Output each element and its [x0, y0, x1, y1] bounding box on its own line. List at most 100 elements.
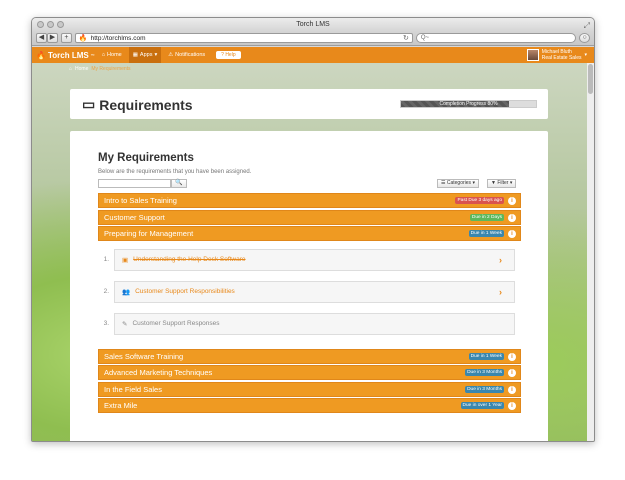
- section-subtitle: Below are the requirements that you have…: [98, 169, 252, 175]
- subitem-card[interactable]: ▣ Understanding the Help Desk Software ›: [114, 248, 515, 271]
- inbox-icon: ▭: [82, 96, 96, 112]
- subitem-number: 2.: [103, 288, 109, 295]
- torch-icon: 🔥: [36, 50, 46, 60]
- users-icon: 👥: [122, 288, 131, 296]
- nav-buttons: ◀ ▶: [36, 33, 58, 43]
- warning-icon: ⚠: [168, 52, 174, 58]
- due-badge: Due in 2 Days: [469, 213, 504, 221]
- requirement-row[interactable]: Sales Software Training Due in 1 Week i: [98, 348, 521, 364]
- pencil-icon: ✎: [122, 320, 128, 328]
- categories-label: Categories: [446, 180, 472, 186]
- subitem-card[interactable]: 👥 Customer Support Responsibilities ›: [114, 280, 515, 303]
- requirement-row[interactable]: Customer Support Due in 2 Days i: [98, 209, 521, 225]
- nav-notifications-label: Notifications: [175, 52, 206, 58]
- favicon-icon: 🔥: [78, 35, 88, 42]
- reload-icon[interactable]: ↻: [403, 34, 409, 42]
- home-icon: ⌂: [69, 65, 73, 72]
- filter-icon: ▼: [491, 180, 496, 186]
- scrollbar-thumb[interactable]: [588, 64, 593, 94]
- subitem: 1. ▣ Understanding the Help Desk Software ›: [98, 248, 521, 271]
- subitem-number: 3.: [103, 320, 109, 327]
- page-title-text: Requirements: [99, 96, 193, 113]
- help-label: Help: [225, 52, 236, 58]
- browser-toolbar: ◀ ▶ + 🔥 http://torchlms.com ↻ Q~ ○: [32, 31, 594, 46]
- due-badge: Due in 1 Week: [468, 352, 504, 360]
- url-text: http://torchlms.com: [90, 34, 146, 42]
- zoom-window-button[interactable]: [57, 21, 64, 28]
- forward-button[interactable]: ▶: [47, 33, 58, 43]
- caret-down-icon: ▾: [584, 52, 587, 58]
- browser-window: Torch LMS ⤢ ◀ ▶ + 🔥 http://torchlms.com …: [31, 17, 595, 442]
- breadcrumb: ⌂ Home My Requirements: [32, 63, 594, 74]
- section-title: My Requirements: [98, 152, 194, 164]
- search-icon: 🔍: [175, 180, 183, 186]
- brand-logo[interactable]: 🔥 Torch LMS ™: [36, 51, 95, 60]
- breadcrumb-home[interactable]: Home: [75, 66, 88, 72]
- categories-button[interactable]: ☰ Categories ▾: [437, 179, 479, 188]
- downloads-button[interactable]: ○: [579, 33, 590, 43]
- requirement-title: Sales Software Training: [104, 351, 184, 361]
- user-role: Real Estate Sales: [541, 55, 582, 61]
- requirements-card: My Requirements Below are the requiremen…: [70, 131, 548, 441]
- window-title: Torch LMS: [296, 21, 330, 28]
- new-tab-button[interactable]: +: [61, 33, 72, 43]
- requirement-title: Advanced Marketing Techniques: [104, 368, 213, 377]
- home-icon: ⌂: [101, 52, 106, 58]
- breadcrumb-current: My Requirements: [91, 65, 131, 72]
- page-scrollbar[interactable]: [587, 63, 594, 441]
- subitem-title: Understanding the Help Desk Software: [133, 256, 246, 263]
- user-menu[interactable]: Michael Bluth Real Estate Sales ▾: [526, 48, 587, 62]
- avatar: [526, 49, 539, 61]
- requirements-search-input[interactable]: [98, 179, 171, 188]
- info-icon[interactable]: i: [508, 369, 516, 377]
- requirements-list: Intro to Sales Training Past Due 3 days a…: [98, 193, 521, 415]
- requirement-title: Customer Support: [104, 212, 165, 222]
- window-controls: [37, 21, 64, 28]
- video-icon: ▣: [122, 256, 129, 264]
- page-viewport: 🔥 Torch LMS ™ ⌂ Home ▦ Apps ▾ ⚠ Notifications…: [32, 47, 594, 441]
- app-navbar: 🔥 Torch LMS ™ ⌂ Home ▦ Apps ▾ ⚠ Notifications…: [32, 47, 594, 63]
- help-button[interactable]: ? Help: [216, 51, 241, 59]
- due-badge: Due in 3 Months: [465, 385, 504, 393]
- requirement-row[interactable]: Extra Mile Due in over 1 Year i: [98, 398, 521, 413]
- info-icon[interactable]: i: [508, 352, 516, 361]
- info-icon[interactable]: i: [508, 213, 516, 222]
- address-bar[interactable]: 🔥 http://torchlms.com ↻: [74, 33, 413, 43]
- browser-search-input[interactable]: Q~: [415, 33, 577, 43]
- requirement-title: Preparing for Management: [104, 229, 194, 238]
- subitem-card[interactable]: ✎ Customer Support Responses: [114, 312, 515, 335]
- back-button[interactable]: ◀: [36, 33, 47, 43]
- info-icon[interactable]: i: [508, 230, 516, 238]
- info-icon[interactable]: i: [508, 197, 516, 205]
- search-button[interactable]: 🔍: [171, 179, 187, 188]
- title-bar: Torch LMS ⤢: [32, 18, 594, 31]
- info-icon[interactable]: i: [508, 402, 516, 410]
- requirement-row[interactable]: Preparing for Management Due in 1 Week i: [98, 226, 521, 241]
- nav-home-label: Home: [107, 52, 122, 58]
- requirement-row[interactable]: In the Field Sales Due in 3 Months i: [98, 381, 521, 397]
- subitem-number: 1.: [103, 256, 109, 263]
- fullscreen-icon[interactable]: ⤢: [584, 19, 590, 32]
- subitem-title: Customer Support Responsibilities: [135, 288, 235, 295]
- info-icon[interactable]: i: [508, 385, 516, 394]
- nav-apps[interactable]: ▦ Apps ▾: [128, 47, 162, 63]
- requirement-title: Intro to Sales Training: [104, 196, 177, 205]
- subitem-title: Customer Support Responses: [132, 320, 220, 327]
- close-window-button[interactable]: [37, 21, 44, 28]
- subitem: 3. ✎ Customer Support Responses: [98, 312, 521, 335]
- chevron-right-icon: ›: [499, 254, 502, 265]
- minimize-window-button[interactable]: [47, 21, 54, 28]
- completion-progress: Completion Progress 80%: [400, 100, 537, 108]
- progress-label: Completion Progress 80%: [439, 101, 498, 107]
- filter-button[interactable]: ▼ Filter ▾: [487, 179, 517, 188]
- requirement-title: In the Field Sales: [104, 384, 162, 394]
- user-info: Michael Bluth Real Estate Sales: [542, 49, 582, 61]
- requirement-row[interactable]: Advanced Marketing Techniques Due in 3 Mo…: [98, 365, 521, 380]
- nav-notifications[interactable]: ⚠ Notifications: [168, 52, 205, 58]
- help-icon: ?: [221, 52, 224, 58]
- nav-apps-label: Apps: [139, 52, 153, 58]
- chevron-right-icon: ›: [499, 286, 502, 297]
- nav-home[interactable]: ⌂ Home: [102, 52, 122, 58]
- caret-down-icon: ▾: [154, 52, 158, 58]
- requirement-row[interactable]: Intro to Sales Training Past Due 3 days a…: [98, 193, 521, 208]
